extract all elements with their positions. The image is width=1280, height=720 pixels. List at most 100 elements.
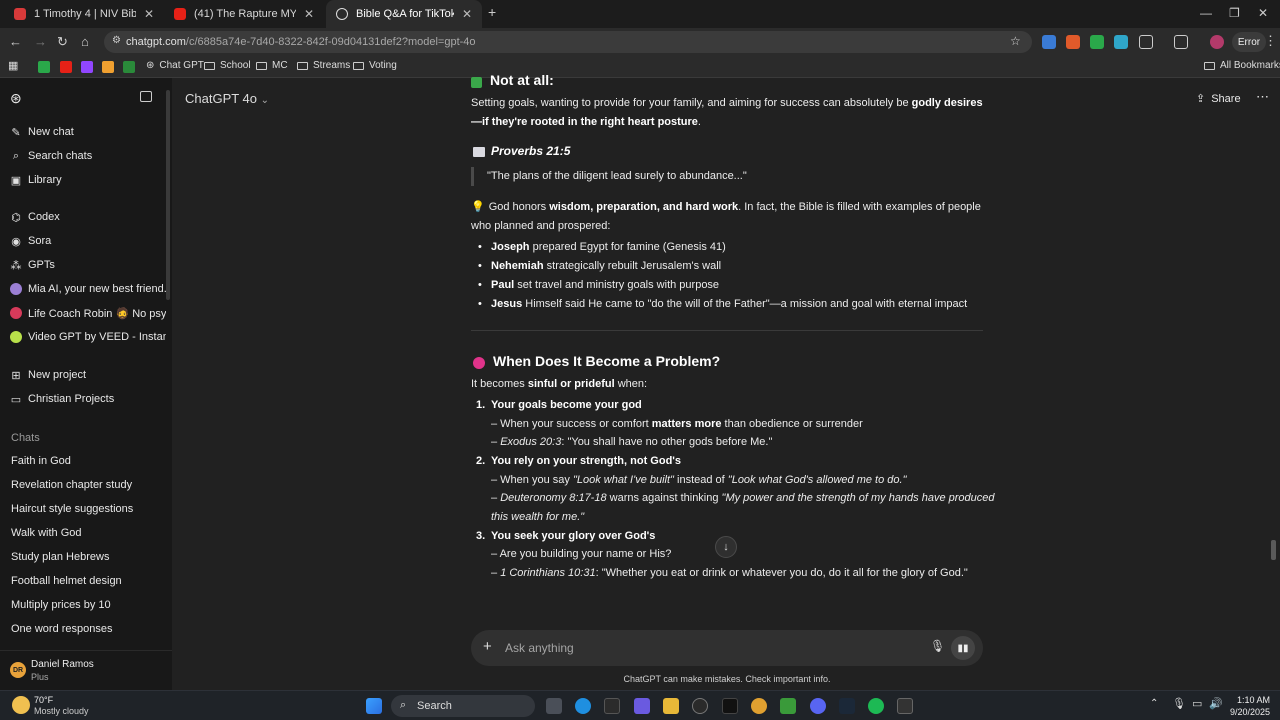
- back-icon[interactable]: ←: [9, 34, 22, 49]
- url-bar[interactable]: ⚙ chatgpt.com/c/6885a74e-7d40-8322-842f-…: [104, 31, 1032, 53]
- task-view-icon[interactable]: [546, 698, 562, 714]
- weather-temp[interactable]: 70°F: [34, 695, 53, 705]
- sidebar-gpt-video[interactable]: Video GPT by VEED - Instant...: [10, 327, 166, 347]
- home-icon[interactable]: ⌂: [81, 34, 89, 49]
- weather-desc[interactable]: Mostly cloudy: [34, 706, 89, 716]
- taskbar-search[interactable]: ⌕ Search: [391, 695, 535, 717]
- chatgpt-logo-icon[interactable]: ⊛: [10, 90, 22, 107]
- plus-icon[interactable]: +: [483, 638, 492, 655]
- sidebar-item-search-chats[interactable]: ⌕ Search chats: [10, 146, 166, 166]
- window-close-icon[interactable]: ✕: [1258, 6, 1268, 20]
- microphone-icon[interactable]: 🎙: [930, 639, 945, 653]
- bookmark-favicon-icon[interactable]: [81, 61, 93, 73]
- close-sidebar-icon[interactable]: [140, 91, 152, 102]
- error-button[interactable]: Error: [1232, 32, 1266, 52]
- chrome-icon[interactable]: [751, 698, 767, 714]
- bold-text: matters more: [651, 418, 722, 430]
- sidebar-item-codex[interactable]: ⌬ Codex: [10, 207, 166, 227]
- file-explorer-icon[interactable]: [663, 698, 679, 714]
- bookmark-favicon-icon[interactable]: [60, 61, 72, 73]
- bookmark-streams[interactable]: Streams: [297, 60, 350, 71]
- voice-mode-icon[interactable]: ▮▮: [951, 636, 975, 660]
- extension-icon[interactable]: [1114, 35, 1128, 49]
- sidebar-item-christian-projects[interactable]: ▭ Christian Projects: [10, 389, 166, 409]
- tab-youversion[interactable]: 1 Timothy 4 | NIV Bible | YouVe ✕: [4, 0, 164, 28]
- sidebar-item-new-project[interactable]: ⊞ New project: [10, 365, 166, 385]
- scroll-to-bottom-button[interactable]: ↓: [715, 536, 737, 558]
- minecraft-icon[interactable]: [780, 698, 796, 714]
- chat-item[interactable]: One word responses: [11, 623, 113, 635]
- nba2k-icon[interactable]: [897, 698, 913, 714]
- bookmark-chat-gpt[interactable]: ⊛ Chat GPT: [146, 60, 204, 71]
- restore-icon[interactable]: ❐: [1229, 6, 1240, 20]
- edge-icon[interactable]: [575, 698, 591, 714]
- composer: + 🎙 ▮▮: [471, 630, 983, 666]
- tab-chatgpt[interactable]: Bible Q&A for TikTok ✕: [326, 0, 482, 28]
- profile-avatar-icon[interactable]: [1210, 35, 1224, 49]
- bookmark-favicon-icon[interactable]: [123, 61, 135, 73]
- extensions-puzzle-icon[interactable]: [1139, 35, 1153, 49]
- menu-dots-icon[interactable]: ⋮: [1264, 33, 1277, 49]
- extension-icon[interactable]: [1042, 35, 1056, 49]
- reload-icon[interactable]: ↻: [57, 34, 68, 50]
- site-info-icon[interactable]: ⚙: [112, 35, 121, 46]
- more-options-icon[interactable]: ⋯: [1256, 89, 1270, 105]
- windows-start-icon[interactable]: [366, 698, 382, 714]
- bookmark-favicon-icon[interactable]: [38, 61, 50, 73]
- browser-tab-strip: 1 Timothy 4 | NIV Bible | YouVe ✕ (41) T…: [0, 0, 1280, 28]
- text: –: [491, 492, 501, 504]
- forward-icon[interactable]: →: [34, 34, 47, 49]
- chat-item[interactable]: Study plan Hebrews: [11, 551, 109, 563]
- discord-icon[interactable]: [810, 698, 826, 714]
- main-scrollbar[interactable]: [1271, 540, 1276, 560]
- sidebar-item-sora[interactable]: ◉ Sora: [10, 231, 166, 251]
- problem-intro: It becomes sinful or prideful when:: [471, 375, 647, 394]
- chatgpt-app-icon[interactable]: [692, 698, 708, 714]
- steam-icon[interactable]: [839, 698, 855, 714]
- new-tab-button[interactable]: +: [488, 4, 496, 20]
- sidebar-item-library[interactable]: ▣ Library: [10, 170, 166, 190]
- sidebar-scrollbar[interactable]: [166, 90, 170, 300]
- text: –: [491, 436, 501, 448]
- minimize-icon[interactable]: —: [1200, 6, 1212, 20]
- bookmark-mc[interactable]: MC: [256, 60, 288, 71]
- speaker-icon[interactable]: 🔊: [1209, 697, 1223, 710]
- bookmark-favicon-icon[interactable]: [102, 61, 114, 73]
- sidebar-item-gpts[interactable]: ⁂ GPTs: [10, 255, 166, 275]
- tab-youtube[interactable]: (41) The Rapture MY Sheep he ✕: [164, 0, 324, 28]
- terminal-icon[interactable]: [604, 698, 620, 714]
- sidebar-item-new-chat[interactable]: ✎ New chat: [10, 122, 166, 142]
- extension-icon[interactable]: [1090, 35, 1104, 49]
- extension-icon[interactable]: [1066, 35, 1080, 49]
- chat-item[interactable]: Walk with God: [11, 527, 82, 539]
- system-clock[interactable]: 1:10 AM 9/20/2025: [1226, 694, 1270, 718]
- model-selector[interactable]: ChatGPT 4o ⌄: [185, 91, 269, 106]
- text: set travel and ministry goals with purpo…: [514, 279, 720, 291]
- bookmark-voting[interactable]: Voting: [353, 60, 397, 71]
- text: than obedience or surrender: [721, 418, 863, 430]
- close-icon[interactable]: ✕: [304, 7, 314, 21]
- copilot-icon[interactable]: [634, 698, 650, 714]
- prompt-input[interactable]: [505, 639, 905, 657]
- sidebar-gpt-mia[interactable]: Mia AI, your new best friend...: [10, 279, 166, 299]
- close-icon[interactable]: ✕: [462, 7, 472, 21]
- sidebar-gpt-life-coach[interactable]: Life Coach Robin 🧔 No psyc...: [10, 303, 166, 323]
- chat-item[interactable]: Football helmet design: [11, 575, 122, 587]
- bookmark-school[interactable]: School: [204, 60, 251, 71]
- bookmark-star-icon[interactable]: ☆: [1010, 34, 1021, 48]
- share-button[interactable]: ⇪ Share: [1196, 92, 1241, 105]
- user-account[interactable]: DR Daniel Ramos Plus: [0, 650, 172, 690]
- chat-item[interactable]: Faith in God: [11, 455, 71, 467]
- display-icon[interactable]: ▭: [1192, 697, 1202, 710]
- apps-grid-icon[interactable]: ▦: [8, 59, 18, 72]
- sidepanel-icon[interactable]: [1174, 35, 1188, 49]
- all-bookmarks[interactable]: All Bookmarks: [1204, 60, 1280, 71]
- microphone-icon[interactable]: 🎙: [1172, 697, 1186, 710]
- tiktok-icon[interactable]: [722, 698, 738, 714]
- chat-item[interactable]: Haircut style suggestions: [11, 503, 133, 515]
- chat-item[interactable]: Multiply prices by 10: [11, 599, 111, 611]
- chevron-up-icon[interactable]: ⌃: [1150, 698, 1158, 709]
- chat-item[interactable]: Revelation chapter study: [11, 479, 132, 491]
- close-icon[interactable]: ✕: [144, 7, 154, 21]
- spotify-icon[interactable]: [868, 698, 884, 714]
